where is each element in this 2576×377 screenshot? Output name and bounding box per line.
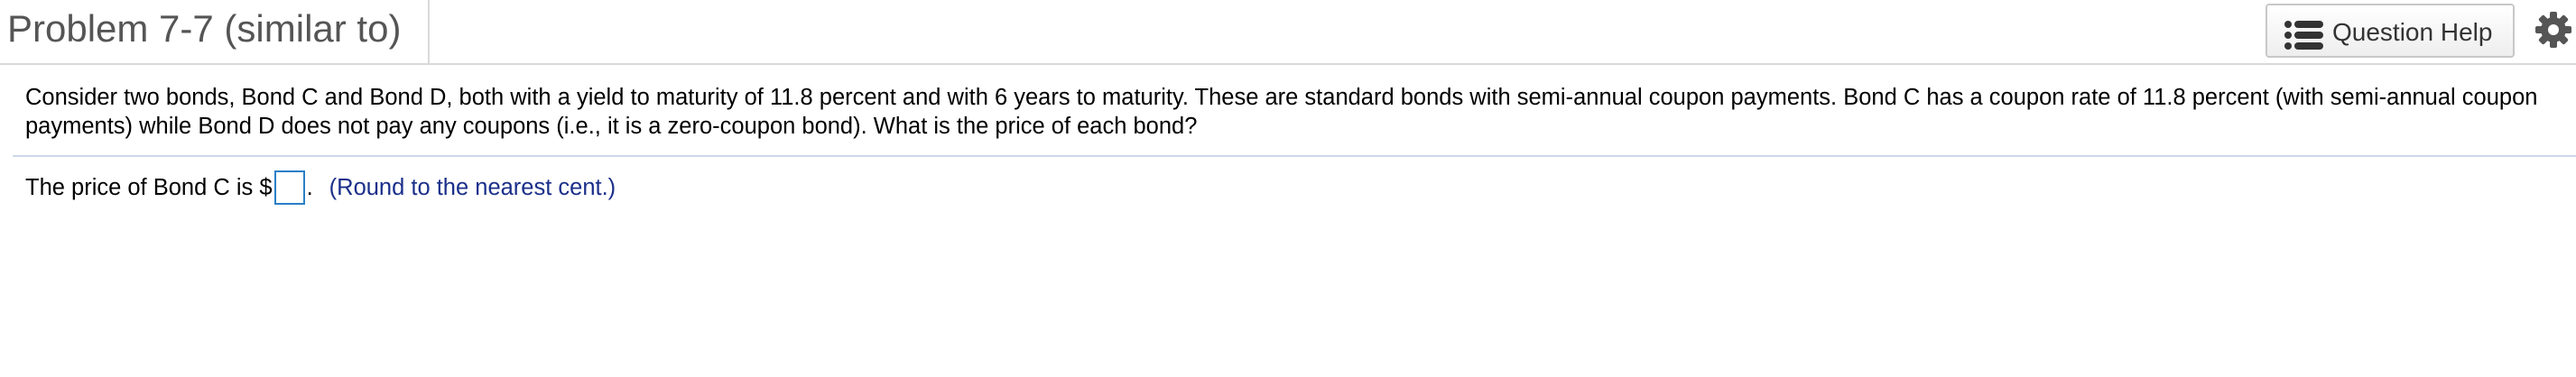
question-help-button[interactable]: Question Help: [2266, 4, 2515, 58]
page-title: Problem 7-7 (similar to): [7, 7, 402, 50]
gear-icon[interactable]: [2534, 11, 2572, 49]
question-text: Consider two bonds, Bond C and Bond D, b…: [25, 85, 2538, 139]
answer-prefix: The price of Bond C is $: [25, 174, 273, 200]
bond-c-price-input[interactable]: [273, 170, 305, 205]
title-box: Problem 7-7 (similar to): [0, 0, 430, 65]
divider: [13, 155, 2576, 157]
answer-row: The price of Bond C is $ . (Round to the…: [25, 170, 616, 206]
rounding-hint: (Round to the nearest cent.): [329, 174, 616, 200]
answer-suffix: .: [306, 174, 313, 200]
question-help-label: Question Help: [2332, 18, 2493, 46]
list-icon: [2284, 21, 2323, 50]
header-bar: Problem 7-7 (similar to) Question Help: [0, 0, 2576, 65]
